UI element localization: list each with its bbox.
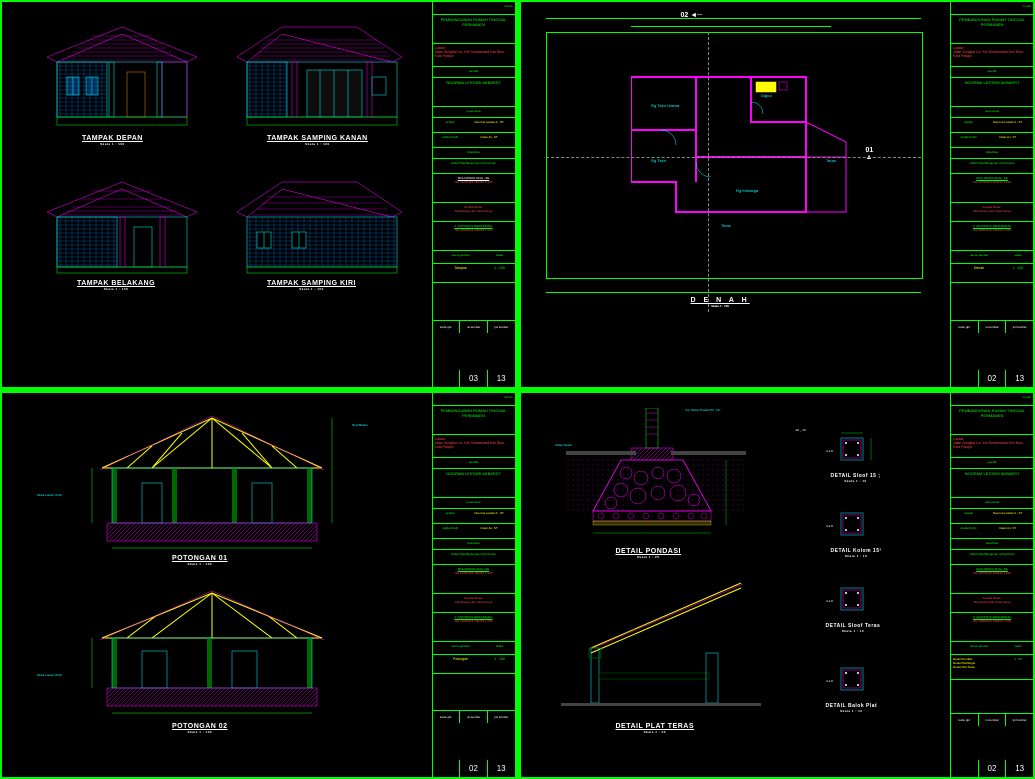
- svg-text:Dapur: Dapur: [761, 93, 773, 98]
- label-potongan-01: POTONGAN 01 Skala 1 : 100: [172, 555, 228, 566]
- tb-kode: kode gbr: [433, 321, 461, 333]
- drawing-area-detail: Kol. Beton Praktis PC. 15² Muka Tanah DE…: [521, 393, 952, 778]
- drawing-area-denah: 02 ◄─ 01▲: [521, 2, 952, 387]
- drawing-grid: TAMPAK DEPAN Skala 1 : 100: [0, 0, 1035, 779]
- label-potongan-02: POTONGAN 02 Skala 1 : 100: [172, 723, 228, 734]
- floor-plan: Rg Tidur Utama Dapur Rg Keluarga Rg Tidu…: [631, 62, 851, 242]
- svg-text:Rg Tidur Utama: Rg Tidur Utama: [651, 103, 680, 108]
- sheet-number-1: 03: [460, 370, 488, 387]
- sheet-denah: 02 ◄─ 01▲: [519, 0, 1035, 389]
- svg-text:4 ø 8: 4 ø 8: [826, 599, 833, 603]
- label-tampak-depan: TAMPAK DEPAN Skala 1 : 100: [82, 135, 143, 146]
- svg-text:4 ø 8: 4 ø 8: [826, 679, 833, 683]
- section-02: [82, 583, 342, 728]
- section-marker-02: 02 ◄─: [681, 12, 703, 19]
- tb-project-title: PEMBANGUNAN RUMAH TINGGAL PERMANEN: [433, 15, 515, 44]
- sheet-detail: Kol. Beton Praktis PC. 15² Muka Tanah DE…: [519, 391, 1035, 779]
- elevation-front: [42, 22, 192, 132]
- label-detail-sloof: DETAIL Sloof 15 ;Skala 1 : 10: [831, 473, 881, 483]
- titleblock-3: rumah PEMBANGUNAN RUMAH TINGGAL PERMANEN…: [433, 393, 515, 778]
- drawing-area-potongan: Muka Lantai ±0.00 Roof Batten POTONGAN 0…: [2, 393, 433, 778]
- sheet-number-2: 02: [979, 370, 1007, 387]
- label-tampak-samping-kiri: TAMPAK SAMPING KIRI Skala 1 : 100: [267, 280, 356, 291]
- drawing-area-tampak: TAMPAK DEPAN Skala 1 : 100: [2, 2, 433, 387]
- tb-owner: NOORMA LESTARI AKBARST: [433, 78, 515, 107]
- detail-balok-plat: 4 ø 8: [826, 658, 886, 703]
- detail-sloof-teras: 4 ø 8: [826, 578, 886, 623]
- label-tampak-belakang: TAMPAK BELAKANG Skala 1 : 100: [77, 280, 155, 291]
- titleblock-4: rumah PEMBANGUNAN RUMAH TINGGAL PERMANEN…: [951, 393, 1033, 778]
- svg-text:4 ø 8: 4 ø 8: [826, 449, 833, 453]
- svg-text:Teras: Teras: [721, 223, 731, 228]
- sheet-number-4: 02: [979, 760, 1007, 777]
- elevation-back: [42, 177, 192, 277]
- elevation-right: [232, 22, 402, 132]
- label-detail-balok-plat: DETAIL Balok PlatSkala 1 : 10: [826, 703, 878, 713]
- svg-text:4 ø 8: 4 ø 8: [826, 524, 833, 528]
- detail-sloof-1: 4 ø 8: [826, 428, 886, 473]
- label-denah: D E N A H Skala 1 : 100: [691, 297, 750, 308]
- detail-plat-teras: [561, 578, 761, 718]
- label-detail-pondasi: DETAIL PONDASI Skala 1 : 25: [616, 548, 681, 559]
- svg-text:Rg Keluarga: Rg Keluarga: [736, 188, 759, 193]
- label-detail-kolom: DETAIL Kolom 15²Skala 1 : 10: [831, 548, 882, 558]
- label-detail-plat-teras: DETAIL PLAT TERAS Skala 1 : 25: [616, 723, 695, 734]
- label-detail-sloof-teras: DETAIL Sloof TerasSkala 1 : 10: [826, 623, 881, 633]
- sheet-potongan: Muka Lantai ±0.00 Roof Batten POTONGAN 0…: [0, 391, 517, 779]
- detail-kolom: 4 ø 8: [826, 503, 886, 548]
- section-01: [82, 408, 342, 553]
- titleblock-1: rumah PEMBANGUNAN RUMAH TINGGAL PERMANEN…: [433, 2, 515, 387]
- label-tampak-samping-kanan: TAMPAK SAMPING KANAN Skala 1 : 100: [267, 135, 368, 146]
- titleblock-2: rumah PEMBANGUNAN RUMAH TINGGAL PERMANEN…: [951, 2, 1033, 387]
- sheet-number-3: 02: [460, 760, 488, 777]
- elevation-left: [232, 177, 402, 277]
- sheet-tampak: TAMPAK DEPAN Skala 1 : 100: [0, 0, 517, 389]
- detail-pondasi: [566, 408, 746, 548]
